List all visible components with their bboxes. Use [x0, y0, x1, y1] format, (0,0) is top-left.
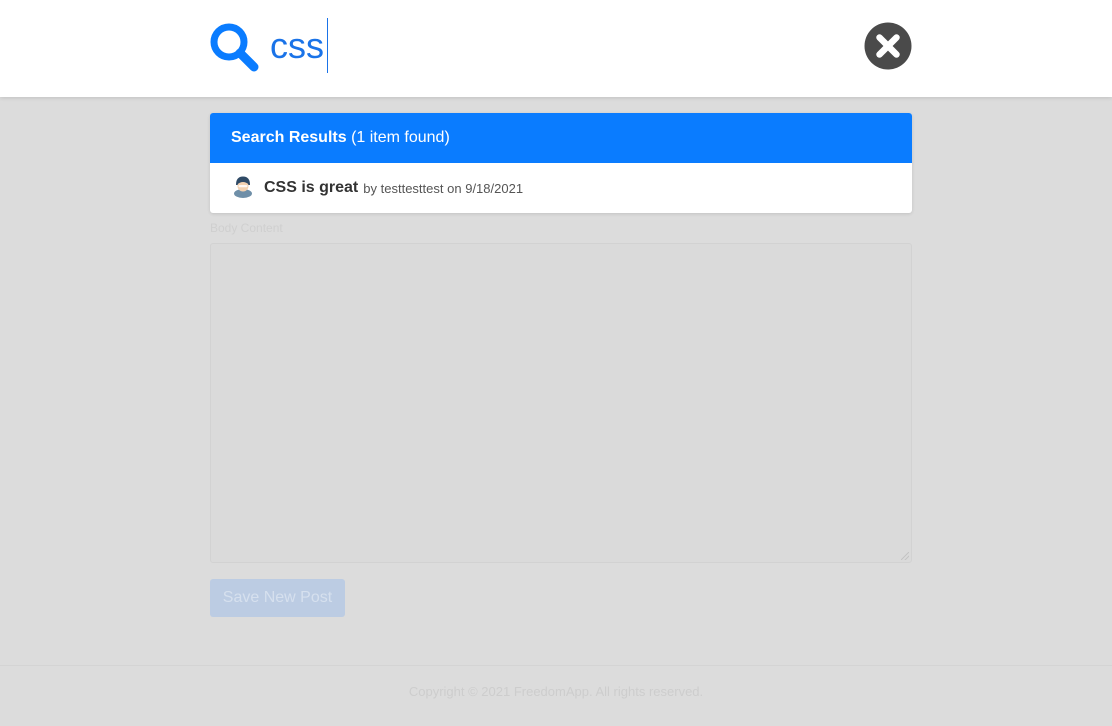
resize-handle[interactable]: [901, 552, 909, 560]
result-author: testtesttest: [380, 180, 444, 196]
result-title: CSS is great: [264, 179, 359, 196]
body-content-label: Body Content: [210, 221, 283, 235]
footer-copyright: Copyright © 2021 FreedomApp. All rights …: [408, 684, 704, 699]
search-input[interactable]: [270, 18, 840, 74]
text-cursor: [327, 18, 328, 73]
search-results-panel: Search Results (1 item found) CSS is gre…: [210, 113, 912, 213]
result-by-prefix: by: [363, 180, 377, 196]
search-result-item[interactable]: CSS is great by testtesttest on 9/18/202…: [210, 163, 912, 213]
search-results-count: (1 item found): [351, 129, 450, 146]
result-meta: by testtesttest on 9/18/2021: [363, 181, 523, 196]
page-background: Body Content Save New Post Copyright © 2…: [0, 0, 1112, 726]
search-results-title: Search Results: [231, 129, 347, 146]
search-results-header: Search Results (1 item found): [210, 113, 912, 163]
body-content-textarea[interactable]: [210, 243, 912, 563]
search-overlay-bar: [0, 0, 1112, 97]
footer-divider: [0, 665, 1112, 666]
save-new-post-button[interactable]: Save New Post: [210, 579, 345, 617]
result-on-prefix: on: [447, 180, 462, 196]
avatar: [231, 174, 264, 203]
result-date: 9/18/2021: [465, 180, 524, 196]
